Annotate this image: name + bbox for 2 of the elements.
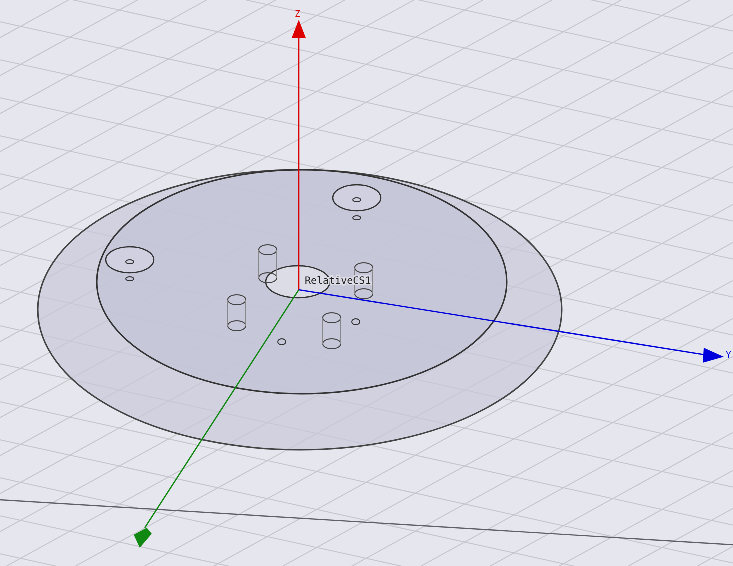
- axis-label: Y: [726, 351, 732, 361]
- axis-label: Z: [295, 10, 300, 20]
